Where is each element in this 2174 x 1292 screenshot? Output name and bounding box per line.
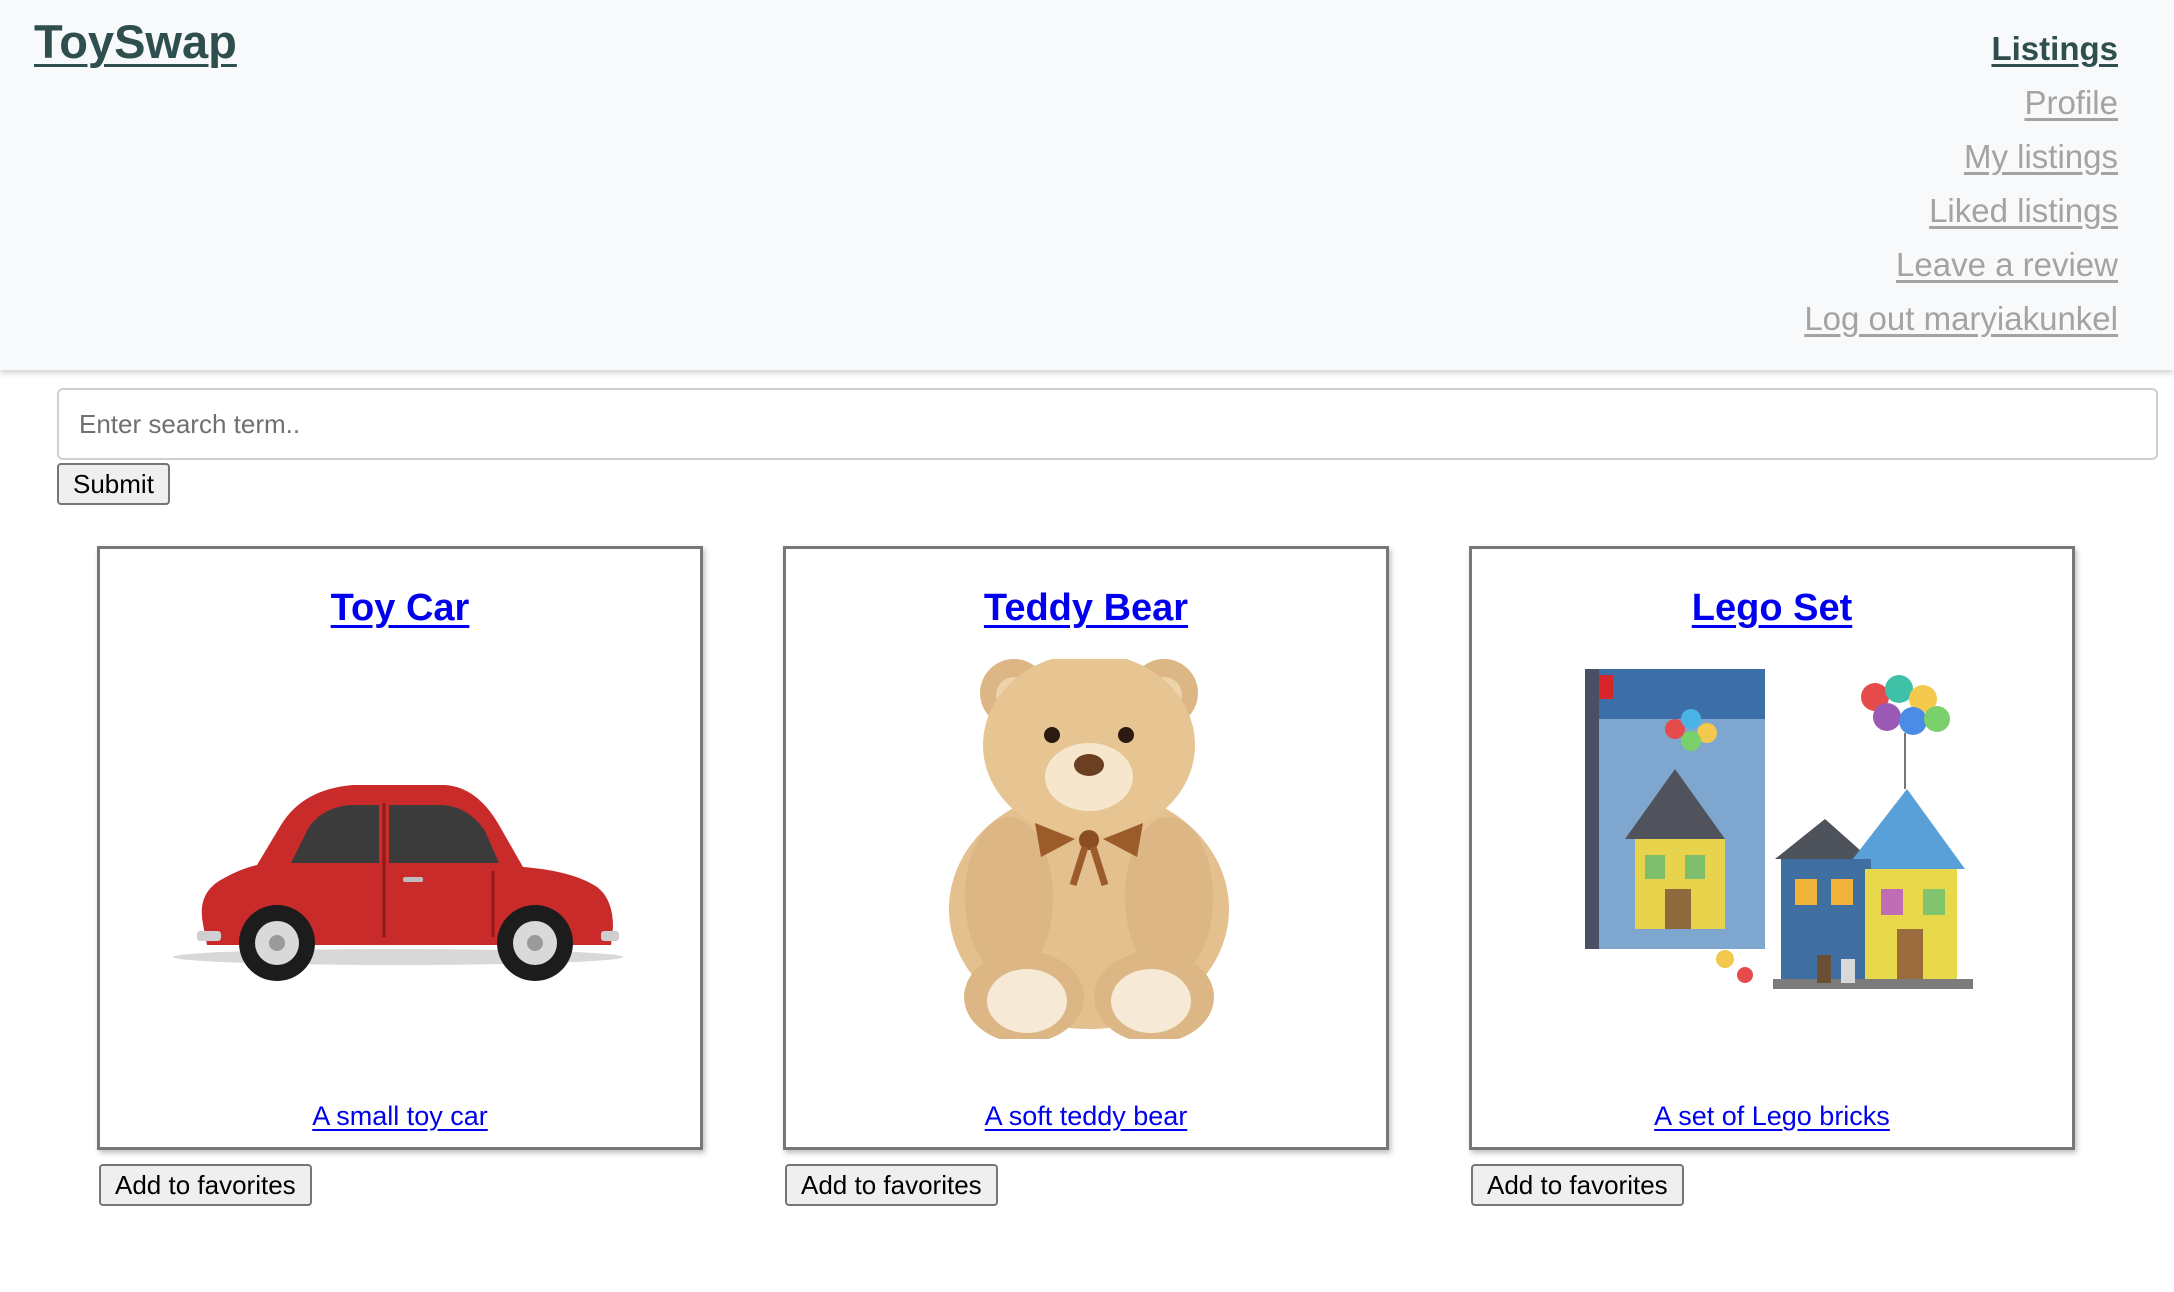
- lego-disney-up-house-image[interactable]: [1525, 659, 2025, 1039]
- listing-description-link[interactable]: A small toy car: [100, 1101, 700, 1132]
- red-toy-car-image[interactable]: [153, 659, 653, 1039]
- listing-title-link[interactable]: Teddy Bear: [786, 587, 1386, 630]
- nav-link-profile[interactable]: Profile: [2024, 78, 2118, 132]
- search-input[interactable]: [57, 388, 2158, 460]
- add-to-favorites-button[interactable]: Add to favorites: [785, 1164, 998, 1206]
- top-navbar: ToySwap Listings Profile My listings Lik…: [0, 0, 2174, 370]
- listing-description-link[interactable]: A set of Lego bricks: [1472, 1101, 2072, 1132]
- teddy-bear-image[interactable]: [839, 659, 1339, 1039]
- listing-card: Toy Car A small toy car: [97, 546, 703, 1150]
- listing-description-link[interactable]: A soft teddy bear: [786, 1101, 1386, 1132]
- submit-button[interactable]: Submit: [57, 463, 170, 505]
- nav-link-leave-review[interactable]: Leave a review: [1896, 240, 2118, 294]
- add-to-favorites-button[interactable]: Add to favorites: [99, 1164, 312, 1206]
- nav-link-logout[interactable]: Log out maryiakunkel: [1804, 294, 2118, 348]
- add-to-favorites-button[interactable]: Add to favorites: [1471, 1164, 1684, 1206]
- nav-link-liked-listings[interactable]: Liked listings: [1929, 186, 2118, 240]
- nav-link-my-listings[interactable]: My listings: [1964, 132, 2118, 186]
- listing-title-link[interactable]: Lego Set: [1472, 587, 2072, 630]
- nav-link-listings[interactable]: Listings: [1991, 24, 2118, 78]
- main-nav: Listings Profile My listings Liked listi…: [1804, 24, 2118, 348]
- brand-logo-link[interactable]: ToySwap: [34, 14, 237, 69]
- listing-card: Teddy Bear A soft teddy bear: [783, 546, 1389, 1150]
- listing-card: Lego Set A set of Lego bricks: [1469, 546, 2075, 1150]
- listing-title-link[interactable]: Toy Car: [100, 587, 700, 630]
